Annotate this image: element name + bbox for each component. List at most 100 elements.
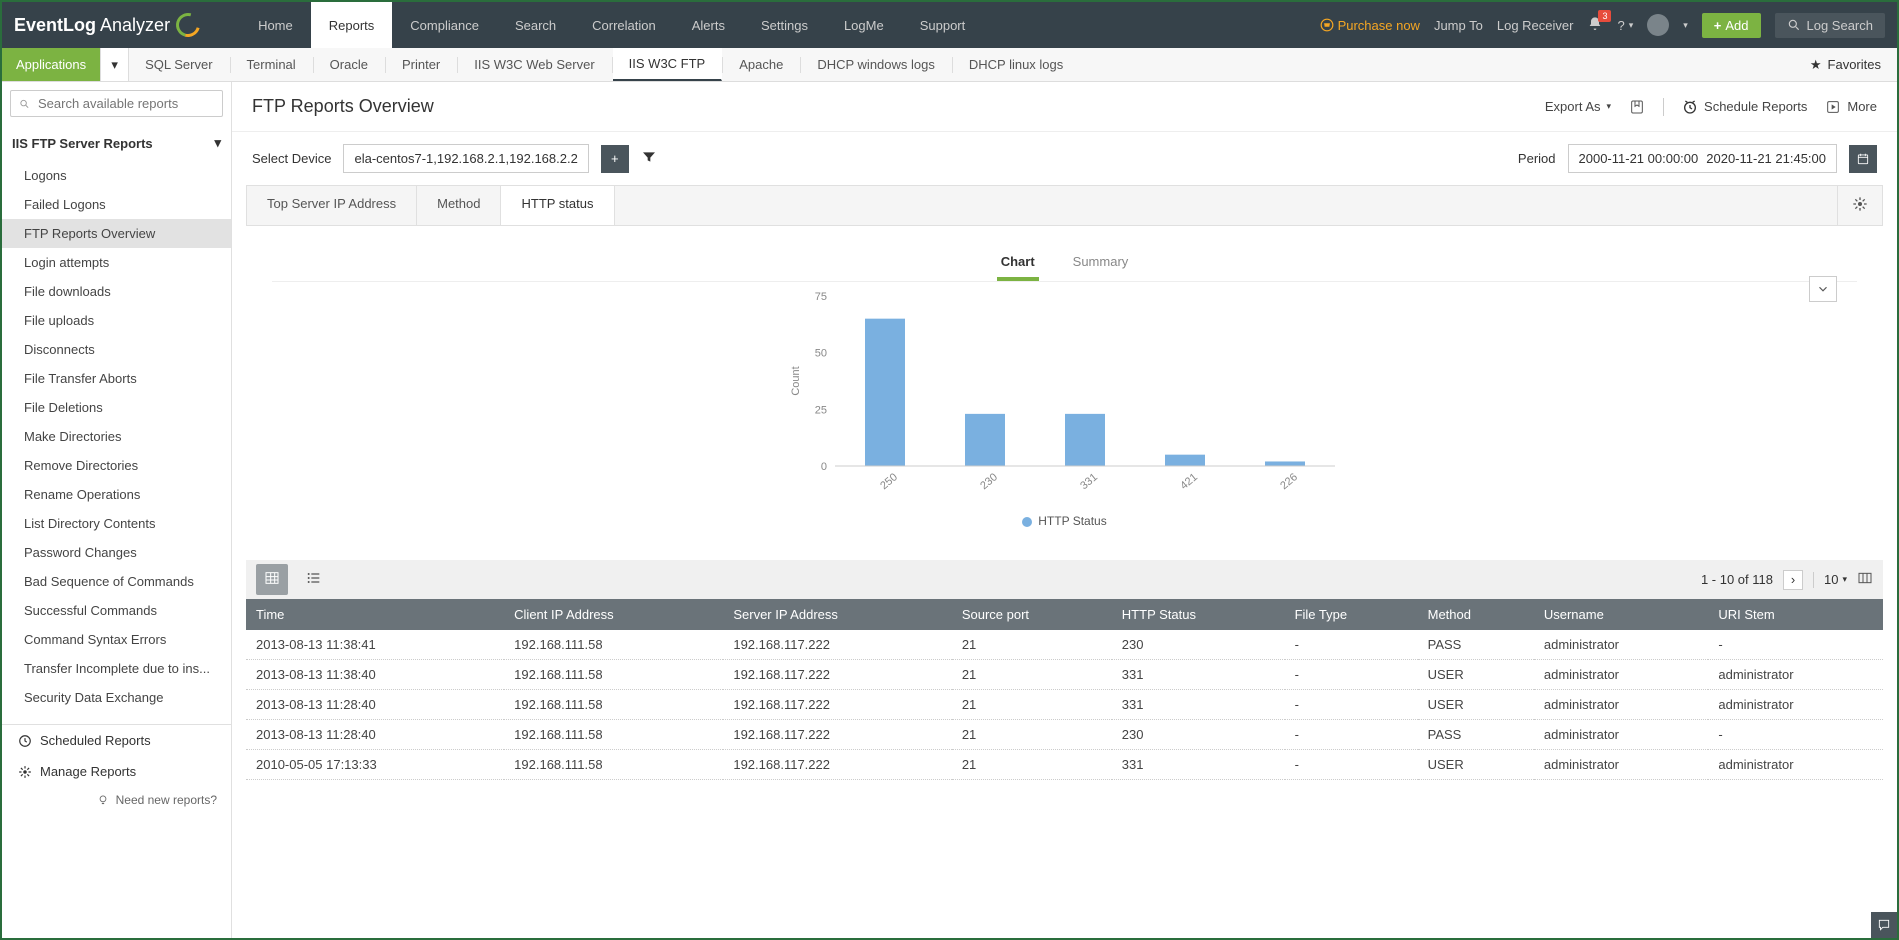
favorites-link[interactable]: ★ Favorites [1794,48,1897,81]
report-search-input[interactable] [38,96,214,111]
sidebar-item[interactable]: File downloads [2,277,231,306]
device-input[interactable]: ela-centos7-1,192.168.2.1,192.168.2.2 [343,144,588,173]
sidebar-item[interactable]: File uploads [2,306,231,335]
log-receiver-link[interactable]: Log Receiver [1497,18,1574,33]
scheduled-reports-link[interactable]: Scheduled Reports [2,725,231,756]
pagesize-select[interactable]: 10 ▾ [1824,572,1847,587]
nav-reports[interactable]: Reports [311,2,393,48]
applications-button[interactable]: Applications [2,48,101,81]
tab-top-server-ip-address[interactable]: Top Server IP Address [247,186,417,225]
table-row[interactable]: 2010-05-05 17:13:33192.168.111.58192.168… [246,750,1883,780]
sidebar-item[interactable]: Logons [2,161,231,190]
sidebar-item[interactable]: Remove Directories [2,451,231,480]
table-row[interactable]: 2013-08-13 11:28:40192.168.111.58192.168… [246,690,1883,720]
subnav-iis-w3c-ftp[interactable]: IIS W3C FTP [613,48,723,81]
logo[interactable]: EventLog Analyzer [14,13,200,37]
col-server-ip-address[interactable]: Server IP Address [723,599,951,630]
table-row[interactable]: 2013-08-13 11:38:40192.168.111.58192.168… [246,660,1883,690]
chart-tab-chart[interactable]: Chart [997,246,1039,281]
purchase-now-link[interactable]: Purchase now [1320,18,1420,33]
applications-dropdown[interactable]: ▾ [101,48,129,81]
avatar-chevron[interactable]: ▾ [1683,20,1688,31]
nav-support[interactable]: Support [902,2,984,48]
subnav-printer[interactable]: Printer [386,48,457,81]
nav-correlation[interactable]: Correlation [574,2,674,48]
jump-to-link[interactable]: Jump To [1434,18,1483,33]
more-button[interactable]: More [1825,99,1877,115]
sidebar-item[interactable]: FTP Reports Overview [2,219,231,248]
search-icon [19,97,30,111]
subnav-terminal[interactable]: Terminal [231,48,313,81]
sidebar-item[interactable]: File Transfer Aborts [2,364,231,393]
col-time[interactable]: Time [246,599,504,630]
chart-options-button[interactable] [1809,276,1837,302]
sidebar-item[interactable]: Disconnects [2,335,231,364]
report-search[interactable] [10,90,223,117]
list-view-button[interactable] [298,564,330,595]
filter-button[interactable] [641,149,657,168]
manage-reports-link[interactable]: Manage Reports [2,756,231,787]
add-device-button[interactable]: + [601,145,629,173]
save-view-button[interactable] [1629,99,1645,115]
cell: 192.168.117.222 [723,720,951,750]
sidebar-item[interactable]: Rename Operations [2,480,231,509]
logo-arc-icon [172,9,205,42]
nav-alerts[interactable]: Alerts [674,2,743,48]
subnav-sql-server[interactable]: SQL Server [129,48,229,81]
col-uri-stem[interactable]: URI Stem [1708,599,1883,630]
sidebar-item[interactable]: Failed Logons [2,190,231,219]
feedback-button[interactable] [1871,912,1897,938]
table-view-button[interactable] [256,564,288,595]
help-button[interactable]: ? ▾ [1617,18,1633,33]
nav-search[interactable]: Search [497,2,574,48]
tabs-list: Top Server IP AddressMethodHTTP status [247,186,615,225]
subnav-dhcp-linux-logs[interactable]: DHCP linux logs [953,48,1080,81]
col-client-ip-address[interactable]: Client IP Address [504,599,723,630]
pager-next-button[interactable]: › [1783,570,1803,590]
table-row[interactable]: 2013-08-13 11:38:41192.168.111.58192.168… [246,630,1883,660]
sidebar-item[interactable]: Successful Commands [2,596,231,625]
table-row[interactable]: 2013-08-13 11:28:40192.168.111.58192.168… [246,720,1883,750]
export-as-button[interactable]: Export As ▾ [1545,99,1611,114]
sidebar-group-header[interactable]: IIS FTP Server Reports ▾ [2,125,231,161]
nav-compliance[interactable]: Compliance [392,2,497,48]
sidebar-item[interactable]: Security Data Exchange [2,683,231,712]
period-range[interactable]: 2000-11-21 00:00:00 2020-11-21 21:45:00 [1568,144,1838,173]
add-button[interactable]: + Add [1702,13,1761,38]
subnav-iis-w3c-web-server[interactable]: IIS W3C Web Server [458,48,611,81]
sidebar-item[interactable]: Transfer Incomplete due to ins... [2,654,231,683]
col-http-status[interactable]: HTTP Status [1112,599,1285,630]
notifications-button[interactable]: 3 [1587,16,1603,35]
calendar-button[interactable] [1849,145,1877,173]
col-username[interactable]: Username [1534,599,1709,630]
log-search-label: Log Search [1807,18,1874,33]
table-header-row: TimeClient IP AddressServer IP AddressSo… [246,599,1883,630]
sidebar-item[interactable]: Make Directories [2,422,231,451]
nav-home[interactable]: Home [240,2,311,48]
sidebar-item[interactable]: Password Changes [2,538,231,567]
schedule-reports-button[interactable]: Schedule Reports [1682,99,1807,115]
col-file-type[interactable]: File Type [1285,599,1418,630]
user-avatar[interactable] [1647,14,1669,36]
tab-settings-button[interactable] [1837,186,1882,225]
sidebar-group-label: IIS FTP Server Reports [12,136,153,151]
sidebar-item[interactable]: List Directory Contents [2,509,231,538]
nav-settings[interactable]: Settings [743,2,826,48]
sidebar-item[interactable]: Bad Sequence of Commands [2,567,231,596]
subnav-oracle[interactable]: Oracle [314,48,385,81]
tab-method[interactable]: Method [417,186,501,225]
sidebar-item[interactable]: File Deletions [2,393,231,422]
cell: 2013-08-13 11:28:40 [246,720,504,750]
nav-logme[interactable]: LogMe [826,2,902,48]
sidebar-item[interactable]: Command Syntax Errors [2,625,231,654]
sidebar-item[interactable]: Login attempts [2,248,231,277]
subnav-apache[interactable]: Apache [723,48,800,81]
columns-button[interactable] [1857,570,1873,589]
need-reports-link[interactable]: Need new reports? [2,787,231,813]
col-method[interactable]: Method [1418,599,1534,630]
tab-http-status[interactable]: HTTP status [501,186,614,225]
col-source-port[interactable]: Source port [952,599,1112,630]
chart-tab-summary[interactable]: Summary [1069,246,1133,281]
subnav-dhcp-windows-logs[interactable]: DHCP windows logs [801,48,952,81]
log-search-button[interactable]: Log Search [1775,13,1886,38]
